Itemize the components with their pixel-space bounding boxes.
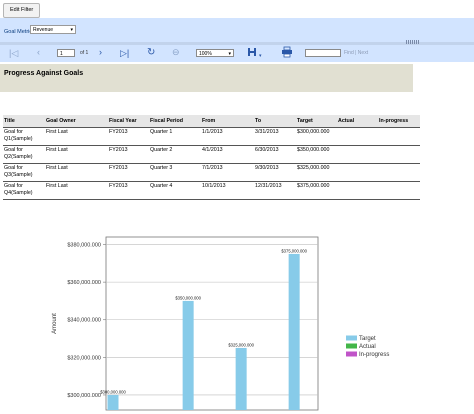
bar <box>182 300 194 410</box>
legend-swatch <box>346 343 357 349</box>
plot-frame <box>105 236 319 411</box>
bar <box>288 253 300 410</box>
bar <box>235 347 247 410</box>
y-tick-label: $380,000.000 <box>67 243 101 249</box>
y-axis-title: Amount <box>52 313 58 334</box>
y-tick-label: $360,000.000 <box>67 280 101 286</box>
legend-label: Actual <box>359 344 376 350</box>
data-label: $300,000.000 <box>100 389 126 394</box>
legend-label: In-progress <box>359 352 389 358</box>
data-label: $375,000.000 <box>281 248 307 253</box>
legend-label: Target <box>359 336 376 342</box>
y-tick-label: $340,000.000 <box>67 318 101 324</box>
legend-swatch <box>346 351 357 357</box>
y-tick-label: $320,000.000 <box>67 355 101 361</box>
data-label: $325,000.000 <box>228 342 254 347</box>
legend-swatch <box>346 335 357 341</box>
bar <box>107 394 119 410</box>
data-label: $350,000.000 <box>175 295 201 300</box>
goal-progress-chart: $300,000.000 $320,000.000 $340,000.000 $360… <box>52 236 389 411</box>
y-tick-label: $300,000.000 <box>67 393 101 399</box>
